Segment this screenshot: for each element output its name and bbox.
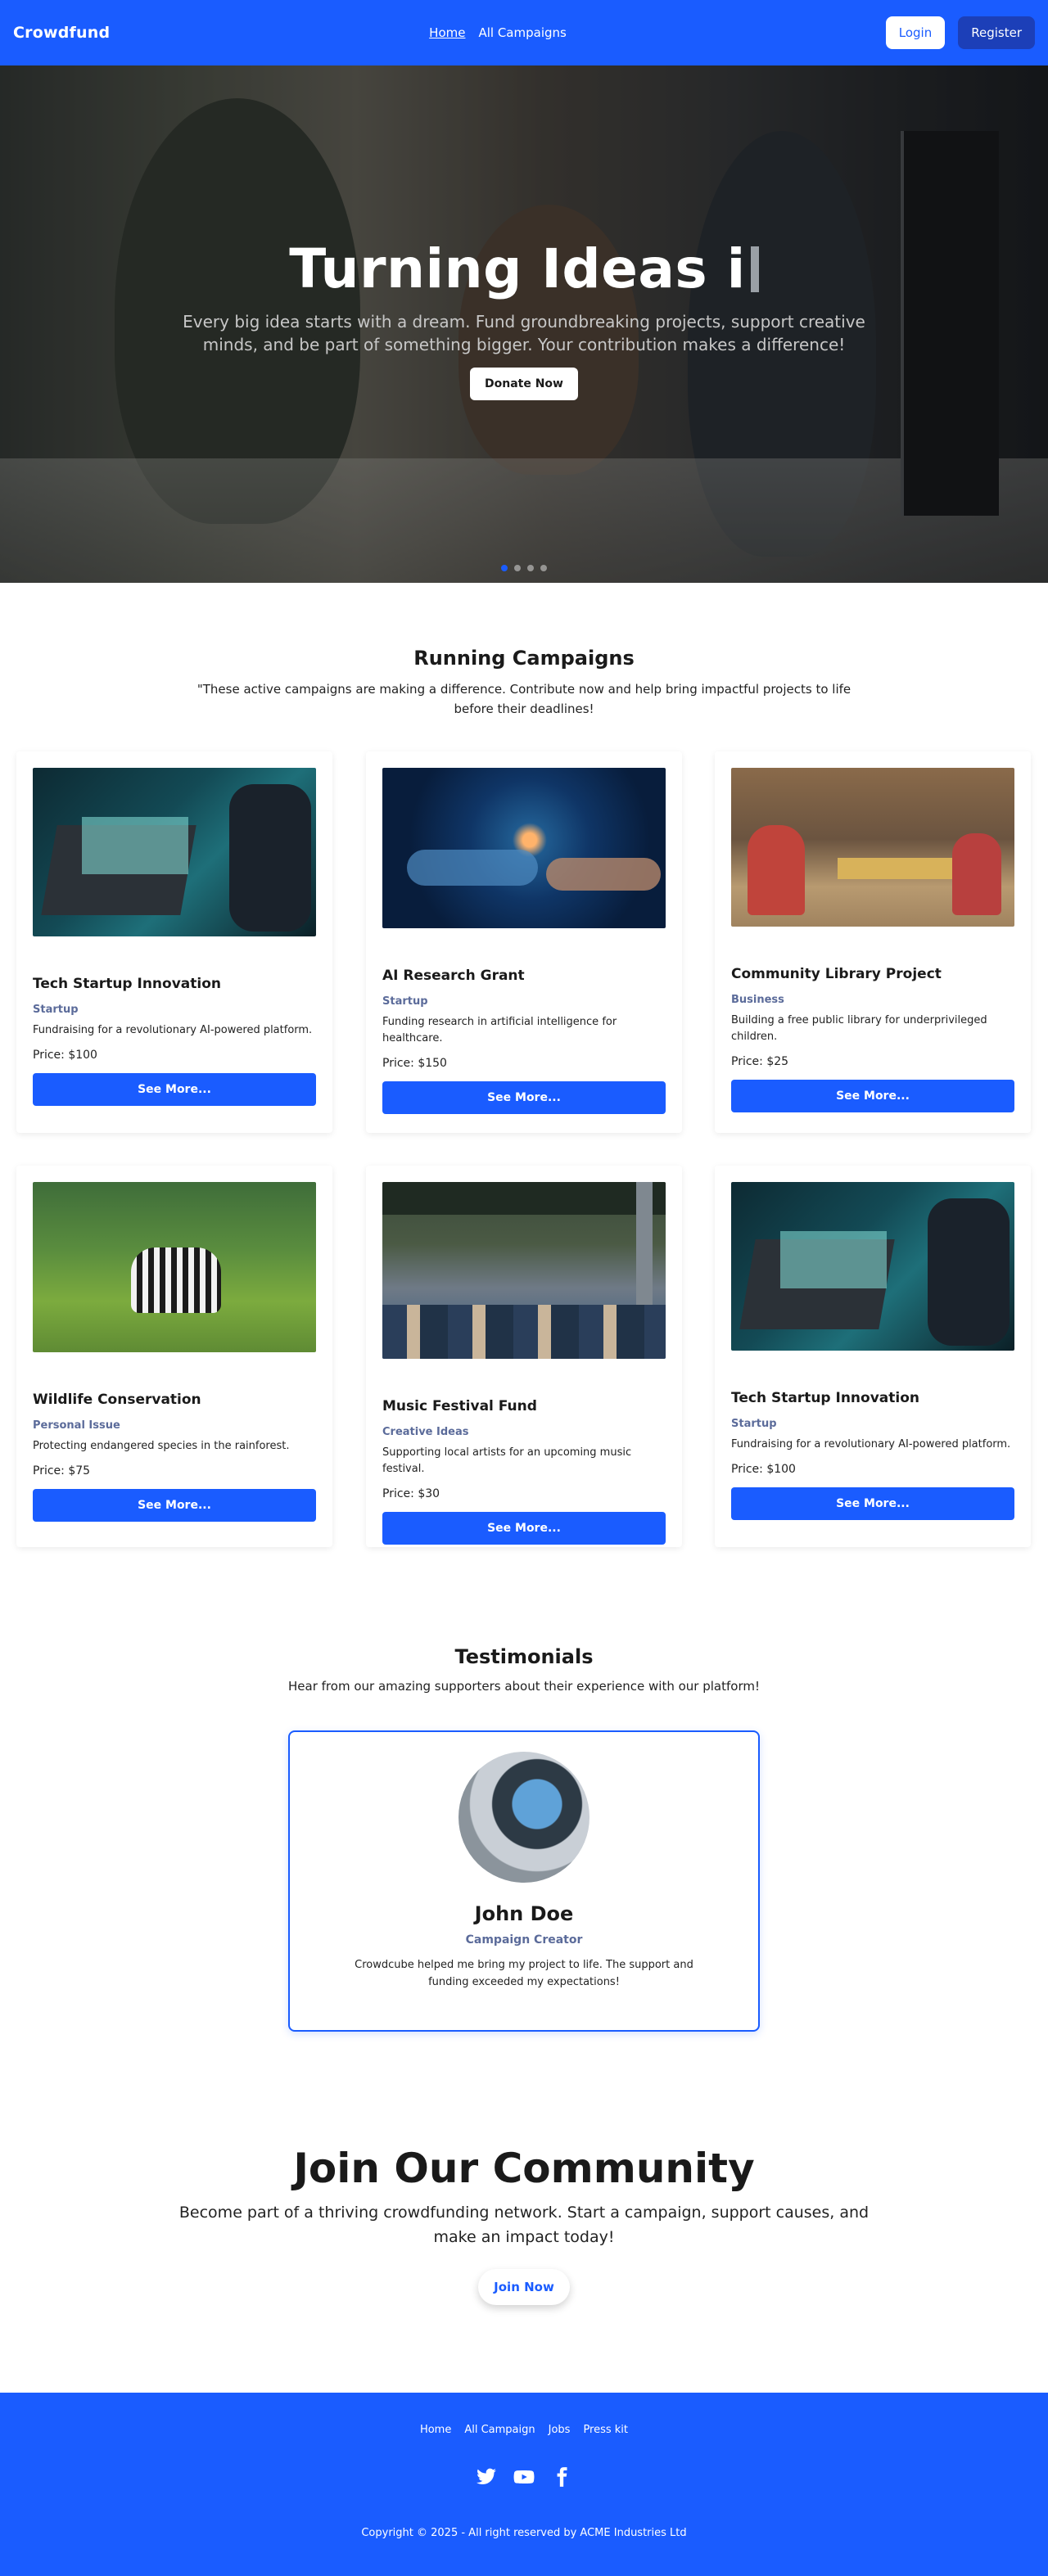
donate-now-button[interactable]: Donate Now: [470, 368, 578, 400]
footer-links: Home All Campaign Jobs Press kit: [0, 2424, 1048, 2436]
campaign-description: Protecting endangered species in the rai…: [33, 1440, 290, 1452]
footer: Home All Campaign Jobs Press kit Copyrig…: [0, 2393, 1048, 2576]
campaign-category: Business: [731, 994, 784, 1006]
hero-title: Turning Ideas i: [0, 237, 1048, 300]
testimonial-card: John Doe Campaign Creator Crowdcube help…: [288, 1730, 760, 2032]
campaign-category: Startup: [731, 1418, 777, 1430]
campaign-card: Community Library Project Business Build…: [715, 751, 1031, 1133]
testimonials-description: Hear from our amazing supporters about t…: [288, 1679, 760, 1694]
campaign-title: Wildlife Conservation: [33, 1392, 201, 1408]
nav-link-all-campaigns[interactable]: All Campaigns: [478, 25, 566, 40]
footer-link-press-kit[interactable]: Press kit: [583, 2424, 628, 2436]
campaign-description: Fundraising for a revolutionary AI-power…: [731, 1438, 1011, 1450]
footer-link-home[interactable]: Home: [420, 2424, 451, 2436]
campaign-card: Wildlife Conservation Personal Issue Pro…: [16, 1166, 332, 1547]
youtube-icon[interactable]: [513, 2466, 535, 2488]
campaign-price: Price: $100: [731, 1463, 796, 1476]
campaign-category: Startup: [382, 995, 428, 1008]
testimonials-title: Testimonials: [454, 1645, 594, 1668]
footer-link-all-campaign[interactable]: All Campaign: [464, 2424, 535, 2436]
carousel-dot[interactable]: [514, 565, 521, 571]
campaign-description: Building a free public library for under…: [731, 1014, 987, 1043]
carousel-dot[interactable]: [527, 565, 534, 571]
see-more-button[interactable]: See More...: [382, 1512, 666, 1545]
navbar: Crowdfund Home All Campaigns Login Regis…: [0, 0, 1048, 65]
campaign-image: [382, 768, 666, 928]
campaign-card: Tech Startup Innovation Startup Fundrais…: [16, 751, 332, 1133]
campaign-title: Community Library Project: [731, 966, 942, 982]
campaign-image: [382, 1182, 666, 1359]
campaign-price: Price: $150: [382, 1057, 447, 1070]
community-title: Join Our Community: [293, 2145, 755, 2192]
nav-links: Home All Campaigns: [429, 25, 567, 40]
nav-link-home[interactable]: Home: [429, 25, 465, 40]
campaign-image: [731, 1182, 1014, 1351]
campaign-image: [33, 1182, 316, 1352]
campaign-title: Tech Startup Innovation: [731, 1390, 920, 1406]
running-campaigns-title: Running Campaigns: [413, 647, 635, 670]
twitter-icon[interactable]: [476, 2466, 497, 2488]
carousel-dot[interactable]: [540, 565, 547, 571]
campaign-category: Personal Issue: [33, 1419, 120, 1432]
campaign-category: Startup: [33, 1004, 79, 1016]
campaign-price: Price: $25: [731, 1055, 789, 1068]
brand-logo[interactable]: Crowdfund: [13, 24, 110, 42]
footer-link-jobs[interactable]: Jobs: [549, 2424, 571, 2436]
testimonial-name: John Doe: [474, 1902, 574, 1925]
campaign-category: Creative Ideas: [382, 1426, 469, 1438]
see-more-button[interactable]: See More...: [731, 1487, 1014, 1520]
campaign-image: [33, 768, 316, 936]
nav-actions: Login Register: [885, 16, 1035, 49]
hero-subtitle: Every big idea starts with a dream. Fund…: [183, 312, 865, 354]
testimonial-quote: Crowdcube helped me bring my project to …: [355, 1959, 693, 1988]
running-campaigns-description: "These active campaigns are making a dif…: [196, 682, 852, 716]
campaign-price: Price: $100: [33, 1049, 97, 1062]
facebook-icon[interactable]: [551, 2466, 572, 2488]
typing-caret: [750, 246, 759, 292]
campaign-description: Fundraising for a revolutionary AI-power…: [33, 1024, 313, 1036]
campaign-description: Funding research in artificial intellige…: [382, 1016, 617, 1044]
carousel-dot[interactable]: [501, 565, 508, 571]
see-more-button[interactable]: See More...: [382, 1081, 666, 1114]
campaign-title: Music Festival Fund: [382, 1398, 537, 1414]
campaign-description: Supporting local artists for an upcoming…: [382, 1446, 632, 1475]
social-links: [0, 2466, 1048, 2488]
testimonial-role: Campaign Creator: [465, 1933, 583, 1947]
see-more-button[interactable]: See More...: [731, 1080, 1014, 1112]
campaign-card: Tech Startup Innovation Startup Fundrais…: [715, 1166, 1031, 1547]
campaign-title: AI Research Grant: [382, 968, 525, 984]
see-more-button[interactable]: See More...: [33, 1489, 316, 1522]
campaign-price: Price: $30: [382, 1487, 440, 1500]
avatar: [458, 1752, 590, 1883]
join-now-button[interactable]: Join Now: [478, 2269, 570, 2305]
campaign-card: Music Festival Fund Creative Ideas Suppo…: [366, 1166, 682, 1547]
campaign-image: [731, 768, 1014, 927]
login-button[interactable]: Login: [885, 16, 946, 49]
campaign-price: Price: $75: [33, 1464, 91, 1477]
hero-content: Turning Ideas i Every big idea starts wi…: [0, 237, 1048, 400]
see-more-button[interactable]: See More...: [33, 1073, 316, 1106]
hero-banner: Turning Ideas i Every big idea starts wi…: [0, 65, 1048, 583]
register-button[interactable]: Register: [958, 16, 1035, 49]
copyright: Copyright © 2025 - All right reserved by…: [361, 2527, 687, 2539]
carousel-dots: [0, 565, 1048, 571]
campaign-card: AI Research Grant Startup Funding resear…: [366, 751, 682, 1133]
campaign-title: Tech Startup Innovation: [33, 976, 222, 992]
community-description: Become part of a thriving crowdfunding n…: [178, 2204, 870, 2246]
